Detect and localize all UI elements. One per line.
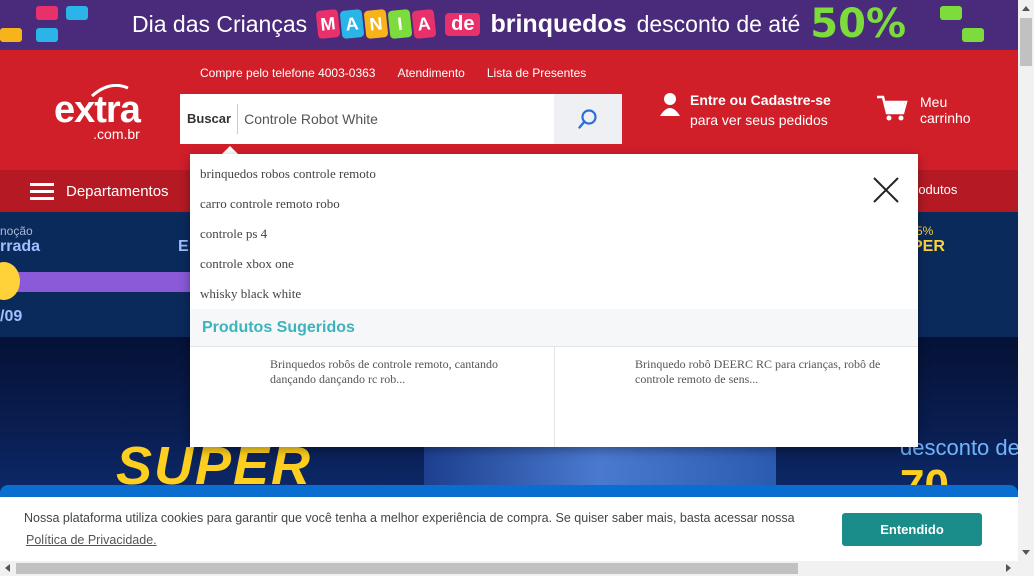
decor-square xyxy=(36,6,58,20)
strip-middle: E xyxy=(178,238,189,255)
site-header: extra .com.br Compre pelo telefone 4003-… xyxy=(0,50,1018,170)
scroll-down-icon[interactable] xyxy=(1022,550,1030,555)
decor-square xyxy=(962,28,984,42)
decor-square xyxy=(0,28,22,42)
cookie-banner: Nossa plataforma utiliza cookies para ga… xyxy=(0,497,1018,561)
strip-date: /09 xyxy=(0,308,23,325)
promo-desconto: desconto de até xyxy=(636,10,801,37)
cookie-text: Nossa plataforma utiliza cookies para ga… xyxy=(24,511,795,525)
promo-percent: 50% xyxy=(810,1,907,47)
mania-letter: N xyxy=(363,8,389,40)
search-label: Buscar xyxy=(180,104,239,134)
products-header: Produtos Sugeridos xyxy=(190,309,918,347)
product-name: Brinquedos robôs de controle remoto, can… xyxy=(270,357,498,386)
promo-de: de xyxy=(445,12,481,36)
close-icon[interactable] xyxy=(872,176,900,204)
scrollbar-thumb[interactable] xyxy=(16,563,798,574)
autocomplete-dropdown: brinquedos robos controle remoto carro c… xyxy=(190,154,918,447)
suggestion-item[interactable]: carro controle remoto robo xyxy=(200,196,340,212)
suggestion-item[interactable]: brinquedos robos controle remoto xyxy=(200,166,376,182)
decor-square xyxy=(66,6,88,20)
privacy-policy-link[interactable]: Política de Privacidade. xyxy=(26,533,157,547)
search-input[interactable] xyxy=(238,104,549,134)
vertical-scrollbar[interactable] xyxy=(1018,0,1034,561)
search-icon xyxy=(578,109,597,129)
extra-logo[interactable]: extra .com.br xyxy=(54,84,141,142)
promo-mania: M A N I A xyxy=(315,8,437,40)
mania-letter: A xyxy=(339,8,365,40)
cart-link[interactable]: Meu carrinho xyxy=(876,94,971,126)
cart-icon xyxy=(877,95,908,121)
scroll-right-icon[interactable] xyxy=(1006,564,1011,572)
suggestion-item[interactable]: controle xbox one xyxy=(200,256,294,272)
product-card[interactable]: Brinquedos robôs de controle remoto, can… xyxy=(190,347,554,447)
user-icon xyxy=(660,93,680,116)
accept-cookies-button[interactable]: Entendido xyxy=(842,513,982,546)
hamburger-icon xyxy=(30,179,54,204)
scroll-left-icon[interactable] xyxy=(5,564,10,572)
logo-swoosh-icon xyxy=(91,84,129,98)
decor-square xyxy=(940,6,962,20)
suggestion-item[interactable]: controle ps 4 xyxy=(200,226,267,242)
scrollbar-thumb[interactable] xyxy=(1020,18,1032,66)
search-button[interactable] xyxy=(554,94,622,144)
suggestion-item[interactable]: whisky black white xyxy=(200,286,301,302)
search-bar: Buscar xyxy=(180,94,622,144)
lista-presentes-link[interactable]: Lista de Presentes xyxy=(487,66,586,80)
promo-banner[interactable]: Dia das Crianças M A N I A de brinquedos… xyxy=(0,0,1018,50)
phone-link[interactable]: Compre pelo telefone 4003-0363 xyxy=(200,66,375,80)
promo-title: Dia das Crianças xyxy=(132,10,308,37)
lock-icon xyxy=(0,262,20,300)
cart-line2: carrinho xyxy=(920,110,971,126)
product-card[interactable]: Brinquedo robô DEERC RC para crianças, r… xyxy=(554,347,918,447)
atendimento-link[interactable]: Atendimento xyxy=(397,66,464,80)
mania-letter: I xyxy=(387,8,413,40)
account-subtitle: para ver seus pedidos xyxy=(690,112,828,128)
promo-brinquedos: brinquedos xyxy=(490,9,627,38)
scroll-up-icon[interactable] xyxy=(1022,6,1030,11)
departments-label: Departamentos xyxy=(66,182,169,200)
account-link[interactable]: Entre ou Cadastre-se para ver seus pedid… xyxy=(660,92,831,128)
strip-bar xyxy=(0,272,200,292)
account-title: Entre ou Cadastre-se xyxy=(690,92,831,108)
decor-square xyxy=(36,28,58,42)
promo-text: Dia das Crianças M A N I A de brinquedos… xyxy=(132,1,906,47)
product-name: Brinquedo robô DEERC RC para crianças, r… xyxy=(635,357,881,386)
nav-produtos-link[interactable]: rodutos xyxy=(914,182,957,197)
cart-line1: Meu xyxy=(920,94,948,110)
departments-menu[interactable]: Departamentos xyxy=(30,170,169,212)
mania-letter: A xyxy=(411,8,437,40)
strip-left-big: rrada xyxy=(0,238,41,255)
products-header-label: Produtos Sugeridos xyxy=(202,319,355,336)
strip-left-small: noção xyxy=(0,224,33,238)
mania-letter: M xyxy=(315,8,341,40)
horizontal-scrollbar[interactable] xyxy=(0,561,1034,576)
strip-right-small: 5% xyxy=(916,224,934,238)
top-links: Compre pelo telefone 4003-0363 Atendimen… xyxy=(200,66,586,80)
